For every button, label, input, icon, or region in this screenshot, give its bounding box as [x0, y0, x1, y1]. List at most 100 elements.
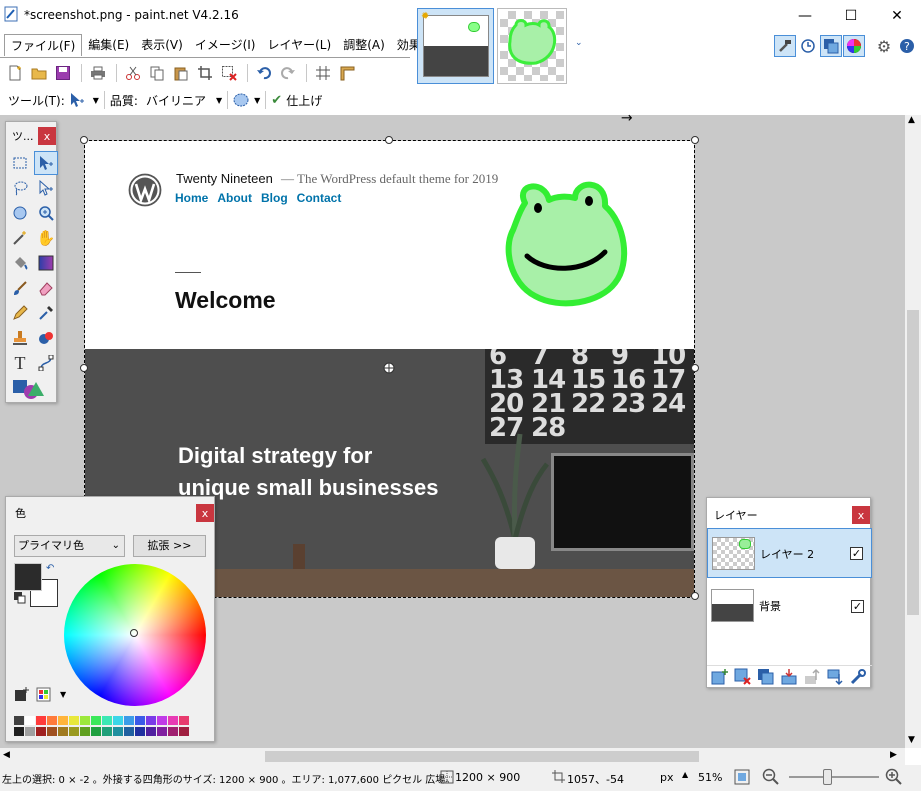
- palette-swatch[interactable]: [36, 727, 46, 736]
- vertical-scrollbar[interactable]: ▲ ▼: [905, 115, 921, 748]
- reset-colors-icon[interactable]: [14, 592, 26, 604]
- delete-layer-icon[interactable]: [734, 668, 752, 686]
- move-selected-tool[interactable]: [34, 151, 58, 175]
- move-layer-down-icon[interactable]: [826, 668, 844, 686]
- layer-row-background[interactable]: 背景 ✓: [707, 581, 872, 631]
- layers-window-toggle[interactable]: [820, 35, 842, 57]
- sampling-selector[interactable]: ▼: [233, 93, 260, 107]
- duplicate-layer-icon[interactable]: [757, 668, 775, 686]
- menu-view[interactable]: 表示(V): [135, 34, 189, 56]
- zoom-in-icon[interactable]: [885, 768, 903, 786]
- minimize-button[interactable]: —: [782, 0, 828, 32]
- new-file-button[interactable]: [4, 62, 26, 84]
- deselect-button[interactable]: [218, 62, 240, 84]
- palette-swatch[interactable]: [25, 716, 35, 725]
- magic-wand-tool[interactable]: [8, 226, 32, 250]
- units-selector[interactable]: px: [660, 771, 674, 784]
- gradient-tool[interactable]: [34, 251, 58, 275]
- move-selection-tool[interactable]: [34, 176, 58, 200]
- finish-button[interactable]: 仕上げ: [286, 92, 322, 109]
- palette-swatch[interactable]: [146, 727, 156, 736]
- palette-swatch[interactable]: [113, 727, 123, 736]
- tools-window-toggle[interactable]: [774, 35, 796, 57]
- tools-panel-close-button[interactable]: x: [38, 127, 56, 145]
- layer-visibility-checkbox[interactable]: ✓: [850, 546, 863, 560]
- print-button[interactable]: [87, 62, 109, 84]
- clone-stamp-tool[interactable]: [8, 326, 32, 350]
- crop-button[interactable]: [194, 62, 216, 84]
- horizontal-scrollbar[interactable]: ◀ ▶: [0, 748, 905, 765]
- layer-row-layer2[interactable]: レイヤー 2 ✓: [707, 528, 872, 578]
- palette-swatch[interactable]: [80, 727, 90, 736]
- line-curve-tool[interactable]: [34, 351, 58, 375]
- merge-layer-down-icon[interactable]: [780, 668, 798, 686]
- image-tab-frog[interactable]: [497, 8, 567, 84]
- lasso-select-tool[interactable]: [8, 176, 32, 200]
- palette-swatch[interactable]: [47, 716, 57, 725]
- palette-swatch[interactable]: [58, 727, 68, 736]
- primary-color-swatch[interactable]: [14, 563, 42, 591]
- menu-adjustments[interactable]: 調整(A): [337, 34, 391, 56]
- palette-swatch[interactable]: [102, 727, 112, 736]
- palette-swatch[interactable]: [157, 727, 167, 736]
- palette-swatch[interactable]: [58, 716, 68, 725]
- color-select-dropdown[interactable]: プライマリ色 ⌄: [14, 535, 125, 557]
- shapes-tool[interactable]: [12, 378, 50, 400]
- layer-properties-icon[interactable]: [849, 668, 867, 686]
- palette-swatch[interactable]: [157, 716, 167, 725]
- color-picker-tool[interactable]: [34, 301, 58, 325]
- palette-swatch[interactable]: [47, 727, 57, 736]
- palette-swatch[interactable]: [168, 727, 178, 736]
- palette-swatch[interactable]: [102, 716, 112, 725]
- scroll-left-arrow-icon[interactable]: ◀: [3, 750, 10, 760]
- menu-edit[interactable]: 編集(E): [82, 34, 135, 56]
- chevron-up-icon[interactable]: ▲: [682, 770, 688, 779]
- zoom-level[interactable]: 51%: [698, 771, 722, 784]
- add-layer-icon[interactable]: [711, 668, 729, 686]
- tool-selector[interactable]: ▼: [69, 92, 99, 108]
- palette-swatch[interactable]: [135, 716, 145, 725]
- zoom-out-icon[interactable]: [762, 768, 780, 786]
- zoom-to-window-icon[interactable]: [734, 769, 750, 785]
- ellipse-select-tool[interactable]: [8, 201, 32, 225]
- chevron-down-icon[interactable]: ▼: [60, 690, 66, 699]
- paintbrush-tool[interactable]: [8, 276, 32, 300]
- paste-button[interactable]: [170, 62, 192, 84]
- open-file-button[interactable]: [28, 62, 50, 84]
- palette-swatch[interactable]: [168, 716, 178, 725]
- palette-swatch[interactable]: [113, 716, 123, 725]
- copy-button[interactable]: [146, 62, 168, 84]
- close-button[interactable]: ✕: [874, 0, 920, 32]
- zoom-tool[interactable]: [34, 201, 58, 225]
- save-button[interactable]: [52, 62, 74, 84]
- palette-swatch[interactable]: [124, 727, 134, 736]
- grid-button[interactable]: [312, 62, 334, 84]
- menu-image[interactable]: イメージ(I): [189, 34, 262, 56]
- palette-swatch[interactable]: [25, 727, 35, 736]
- redo-button[interactable]: [277, 62, 299, 84]
- colors-window-toggle[interactable]: [843, 35, 865, 57]
- palette-swatch[interactable]: [179, 727, 189, 736]
- recolor-tool[interactable]: [34, 326, 58, 350]
- palette-swatch[interactable]: [14, 716, 24, 725]
- palette-swatch[interactable]: [179, 716, 189, 725]
- text-tool[interactable]: T: [8, 351, 32, 375]
- scroll-right-arrow-icon[interactable]: ▶: [890, 750, 897, 760]
- help-button[interactable]: ?: [896, 35, 918, 57]
- swap-colors-icon[interactable]: ↶: [46, 563, 54, 574]
- cut-button[interactable]: [122, 62, 144, 84]
- settings-button[interactable]: ⚙: [873, 35, 895, 57]
- chevron-down-icon[interactable]: ▼: [216, 96, 222, 105]
- expand-button[interactable]: 拡張 >>: [133, 535, 206, 557]
- palette-swatch[interactable]: [14, 727, 24, 736]
- palette-swatch[interactable]: [91, 716, 101, 725]
- pan-tool[interactable]: ✋: [34, 226, 58, 250]
- ruler-button[interactable]: [336, 62, 358, 84]
- undo-button[interactable]: [253, 62, 275, 84]
- palette-swatch[interactable]: [80, 716, 90, 725]
- scroll-down-arrow-icon[interactable]: ▼: [908, 735, 915, 745]
- palette-menu-icon[interactable]: [36, 687, 52, 703]
- palette-swatch[interactable]: [69, 716, 79, 725]
- pencil-tool[interactable]: [8, 301, 32, 325]
- layers-panel-close-button[interactable]: x: [852, 506, 870, 524]
